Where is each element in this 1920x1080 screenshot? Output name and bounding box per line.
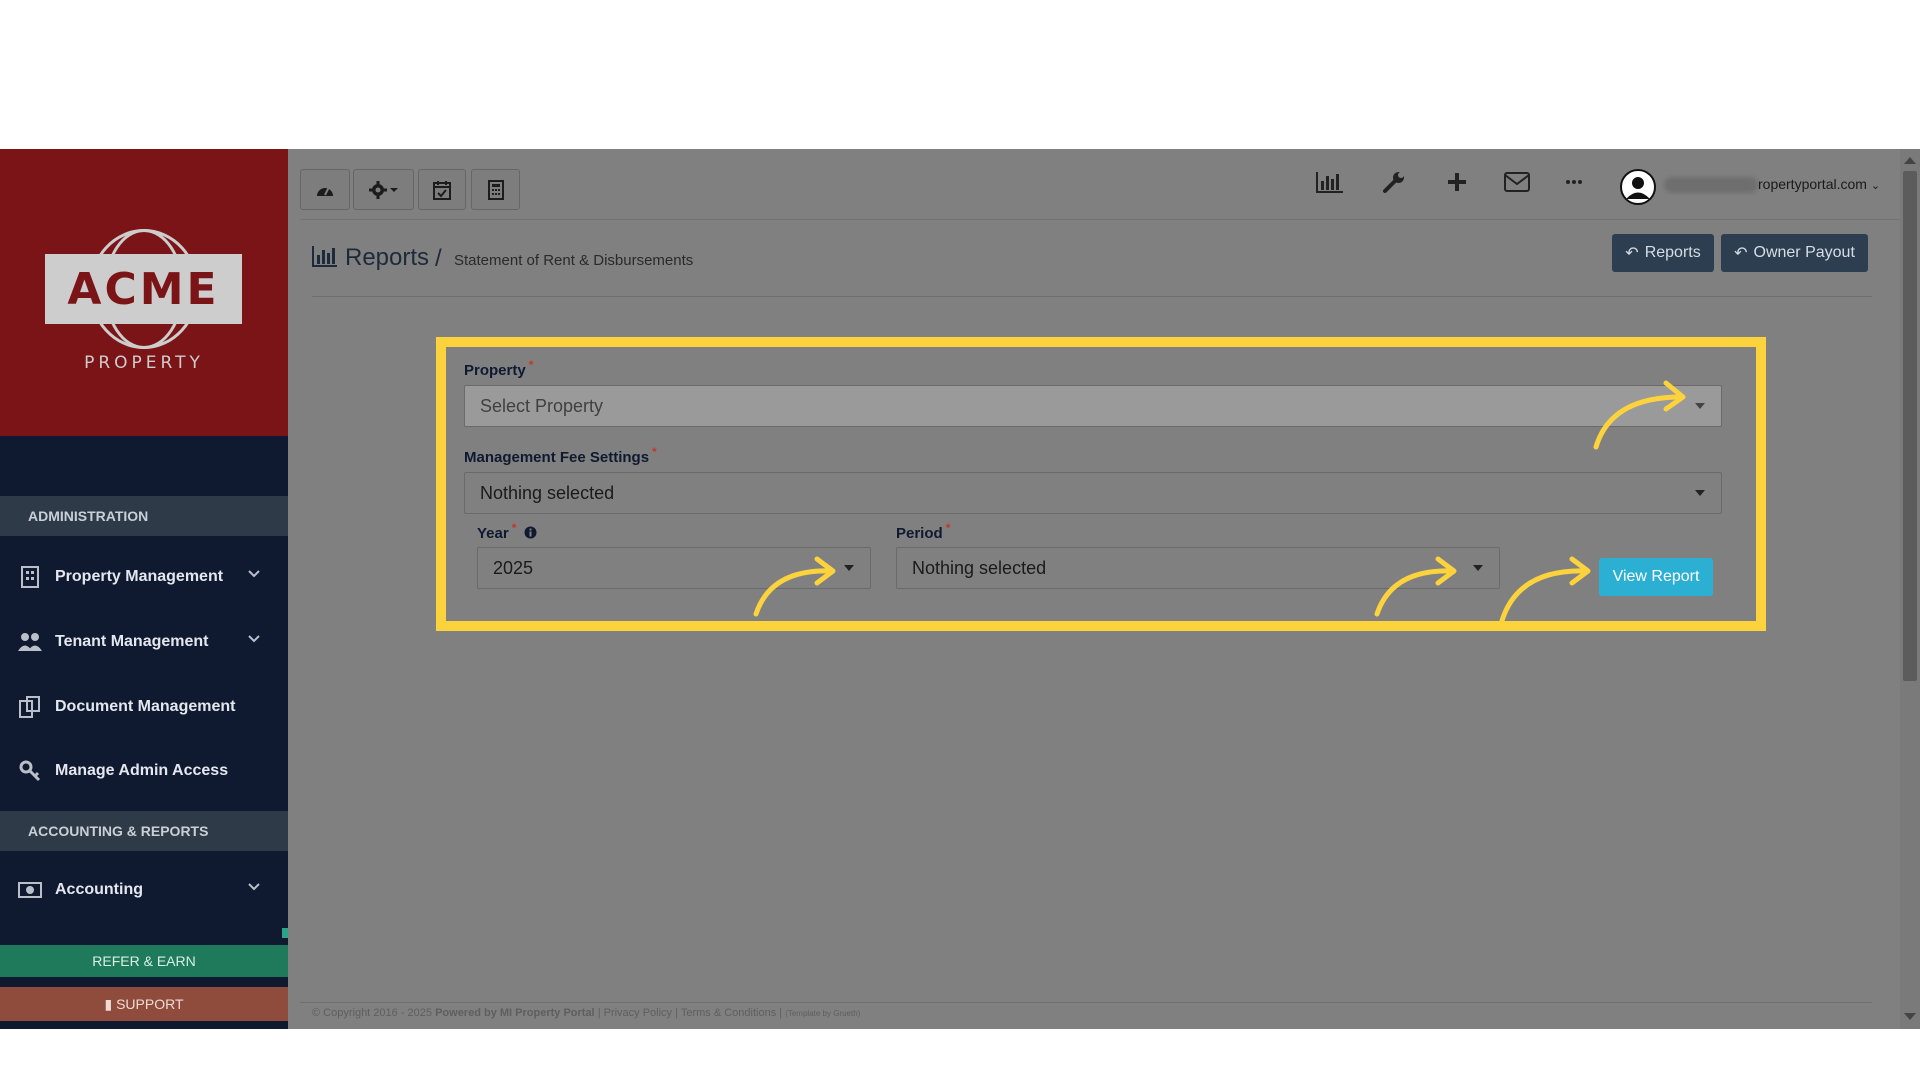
footer: © Copyright 2016 - 2025 Powered by MI Pr… bbox=[312, 1007, 860, 1019]
bar-chart-icon bbox=[312, 246, 337, 267]
footer-copyright: © Copyright 2016 - 2025 bbox=[312, 1007, 433, 1019]
chevron-down-icon bbox=[248, 883, 260, 891]
caret-down-icon bbox=[844, 565, 854, 571]
section-administration: ADMINISTRATION bbox=[0, 496, 288, 536]
report-form: Property * Select Property Management Fee… bbox=[436, 337, 1766, 631]
dashboard-button[interactable] bbox=[300, 169, 350, 210]
fee-settings-label: Management Fee Settings * bbox=[464, 445, 657, 466]
money-icon bbox=[18, 878, 42, 902]
period-label: Period * bbox=[896, 521, 951, 542]
property-label: Property * bbox=[464, 358, 534, 379]
add-button[interactable] bbox=[1440, 167, 1474, 197]
sidebar-item-label: Manage Admin Access bbox=[55, 762, 229, 779]
plus-icon bbox=[1448, 173, 1466, 191]
book-icon: ▮ bbox=[104, 996, 113, 1012]
gear-icon bbox=[368, 180, 398, 199]
info-icon bbox=[524, 526, 537, 539]
header-divider bbox=[312, 296, 1872, 297]
chevron-down-icon bbox=[248, 635, 260, 643]
calculator-icon bbox=[487, 179, 504, 200]
messages-button[interactable] bbox=[1500, 167, 1534, 197]
more-button[interactable] bbox=[1557, 167, 1591, 197]
scroll-down-icon[interactable] bbox=[1904, 1013, 1916, 1020]
fee-settings-select[interactable]: Nothing selected bbox=[464, 472, 1722, 514]
annotation-arrow-icon bbox=[1593, 380, 1686, 450]
documents-icon bbox=[18, 695, 42, 719]
reply-icon: ↶ bbox=[1734, 245, 1748, 262]
key-icon bbox=[18, 759, 42, 783]
app-window: ACME PROPERTY ADMINISTRATION Property Ma… bbox=[0, 149, 1920, 1029]
support-label: SUPPORT bbox=[116, 996, 184, 1012]
user-email: ropertyportal.com bbox=[1758, 176, 1867, 192]
calendar-check-icon bbox=[433, 180, 451, 200]
annotation-arrow-icon bbox=[753, 556, 836, 617]
property-select-value: Select Property bbox=[480, 395, 604, 416]
section-accounting-reports: ACCOUNTING & REPORTS bbox=[0, 811, 288, 851]
sidebar-item-label: Document Management bbox=[55, 698, 236, 715]
sidebar-item-document-management[interactable]: Document Management bbox=[0, 679, 288, 735]
chevron-down-icon: ⌄ bbox=[1870, 180, 1881, 192]
calendar-button[interactable] bbox=[418, 169, 466, 210]
property-select[interactable]: Select Property bbox=[464, 385, 1722, 427]
scroll-up-icon[interactable] bbox=[1904, 157, 1916, 164]
user-avatar-icon[interactable] bbox=[1619, 168, 1657, 206]
envelope-icon bbox=[1504, 172, 1530, 192]
sidebar-item-label: Tenant Management bbox=[55, 633, 209, 650]
caret-down-icon bbox=[1695, 490, 1705, 496]
wrench-icon bbox=[1383, 172, 1404, 193]
settings-dropdown-button[interactable] bbox=[353, 169, 414, 210]
toolbar-divider bbox=[300, 219, 1900, 220]
reports-shortcut-button[interactable] bbox=[1313, 167, 1347, 197]
sidebar-item-manage-admin-access[interactable]: Manage Admin Access bbox=[0, 743, 288, 799]
logo-box: ACME bbox=[45, 254, 242, 324]
more-icon bbox=[1566, 180, 1582, 184]
logo-brand: ACME bbox=[67, 263, 220, 315]
sidebar: ACME PROPERTY ADMINISTRATION Property Ma… bbox=[0, 149, 288, 1029]
owner-payout-label: Owner Payout bbox=[1753, 244, 1855, 261]
caret-down-icon bbox=[1695, 403, 1705, 409]
footer-powered-by: Powered by MI Property Portal bbox=[435, 1007, 595, 1019]
sidebar-item-label: Accounting bbox=[55, 881, 143, 898]
breadcrumb-separator: / bbox=[435, 245, 442, 272]
scrollbar-thumb[interactable] bbox=[1903, 171, 1917, 681]
support-button[interactable]: ▮ SUPPORT bbox=[0, 987, 288, 1021]
users-icon bbox=[18, 630, 42, 654]
reports-button-label: Reports bbox=[1644, 244, 1701, 261]
view-report-button[interactable]: View Report bbox=[1599, 558, 1713, 596]
annotation-arrow-icon bbox=[1374, 556, 1457, 617]
user-menu[interactable]: ropertyportal.com ⌄ bbox=[1668, 176, 1880, 192]
page-title: Reports bbox=[345, 244, 430, 271]
refer-earn-button[interactable]: REFER & EARN bbox=[0, 945, 288, 977]
logo-panel: ACME PROPERTY bbox=[0, 149, 288, 436]
footer-template: (Template by Grueth) bbox=[785, 1009, 861, 1018]
sidebar-item-property-management[interactable]: Property Management bbox=[0, 549, 288, 605]
reports-back-button[interactable]: ↶ Reports bbox=[1612, 234, 1714, 272]
sidebar-item-label: Property Management bbox=[55, 568, 224, 585]
footer-divider bbox=[300, 1002, 1872, 1003]
building-icon bbox=[18, 565, 42, 589]
owner-payout-button[interactable]: ↶ Owner Payout bbox=[1721, 234, 1868, 272]
tools-button[interactable] bbox=[1377, 167, 1411, 197]
dashboard-icon bbox=[317, 186, 333, 196]
fee-settings-value: Nothing selected bbox=[480, 482, 615, 503]
logo-subtitle: PROPERTY bbox=[84, 353, 204, 373]
chevron-down-icon bbox=[248, 570, 260, 578]
page-subtitle: Statement of Rent & Disbursements bbox=[454, 252, 694, 269]
sidebar-item-accounting[interactable]: Accounting bbox=[0, 862, 288, 918]
bar-chart-icon bbox=[1316, 172, 1343, 193]
caret-down-icon bbox=[1473, 565, 1483, 571]
annotation-arrow-icon bbox=[1498, 556, 1591, 627]
calculator-button[interactable] bbox=[471, 169, 520, 210]
footer-links[interactable]: | Privacy Policy | Terms & Conditions | bbox=[598, 1007, 782, 1019]
sidebar-accent bbox=[282, 928, 288, 938]
sidebar-item-tenant-management[interactable]: Tenant Management bbox=[0, 614, 288, 670]
reply-icon: ↶ bbox=[1625, 245, 1639, 262]
year-label: Year * bbox=[477, 521, 537, 542]
